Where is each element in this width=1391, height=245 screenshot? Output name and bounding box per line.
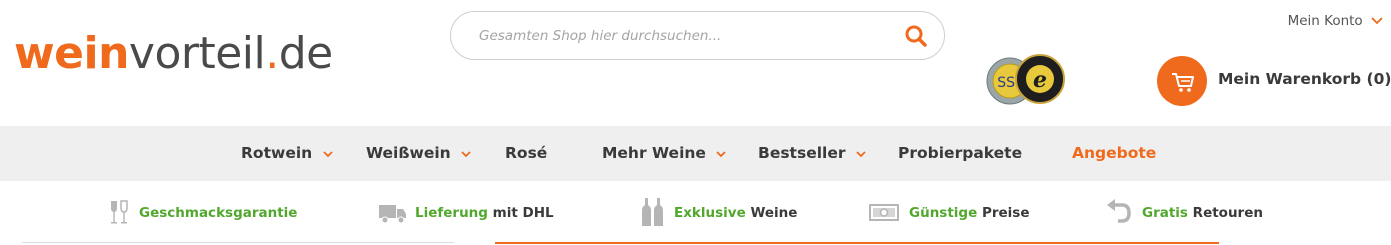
nav-item-probierpakete[interactable]: Probierpakete	[898, 126, 1022, 181]
nav-item-label: Probierpakete	[898, 144, 1023, 162]
logo-part-vorteil: vorteil	[128, 28, 266, 79]
chevron-down-icon	[461, 150, 471, 157]
main-navigation: Rotwein Weißwein Rosé Mehr Weine Bestsel…	[0, 126, 1391, 181]
account-menu[interactable]: Mein Konto	[1288, 13, 1385, 29]
usp-green-text: Lieferung	[415, 205, 488, 221]
wine-glasses-icon	[111, 200, 128, 224]
divider	[22, 242, 454, 243]
nav-item-label: Mehr Weine	[602, 144, 706, 162]
truck-icon	[379, 205, 406, 224]
chevron-down-icon	[856, 150, 866, 157]
nav-item-label: Rosé	[505, 144, 548, 162]
usp-bar: Geschmacksgarantie Lieferung mit DHL Exk…	[0, 181, 1391, 245]
nav-item-weisswein[interactable]: Weißwein	[366, 126, 472, 181]
nav-item-label: Angebote	[1072, 144, 1157, 162]
usp-green-text: Günstige	[909, 205, 978, 221]
usp-dark-text: mit DHL	[487, 205, 554, 221]
nav-item-angebote[interactable]: Angebote	[1072, 126, 1156, 181]
chevron-down-icon	[1371, 17, 1383, 25]
chevron-down-icon	[716, 150, 726, 157]
account-label: Mein Konto	[1287, 13, 1363, 29]
nav-item-label: Weißwein	[366, 144, 451, 162]
search-button[interactable]	[902, 22, 930, 50]
search-bar	[450, 11, 945, 60]
cart-icon-circle	[1157, 56, 1207, 106]
logo-part-de: de	[278, 28, 334, 79]
ssl-trusted-shops-seal-icon: SSL e	[986, 54, 1065, 105]
wine-bottles-icon	[642, 198, 663, 226]
search-input[interactable]	[479, 24, 879, 48]
usp-dark-text: Weine	[745, 205, 798, 221]
nav-item-mehr-weine[interactable]: Mehr Weine	[602, 126, 727, 181]
divider	[495, 242, 1219, 244]
nav-item-bestseller[interactable]: Bestseller	[758, 126, 867, 181]
nav-item-rotwein[interactable]: Rotwein	[241, 126, 334, 181]
usp-dark-text: Preise	[977, 205, 1030, 221]
nav-item-label: Rotwein	[241, 144, 313, 162]
logo-part-wein: wein	[14, 28, 129, 79]
shopping-cart-icon	[1172, 73, 1194, 92]
chevron-down-icon	[322, 150, 333, 157]
usp-green-text: Gratis	[1142, 205, 1188, 221]
usp-dark-text: Retouren	[1187, 205, 1263, 221]
cart-label: Mein Warenkorb (0)	[1218, 70, 1391, 88]
usp-green-text: Geschmacksgarantie	[139, 205, 298, 221]
return-arrow-icon	[1107, 199, 1131, 223]
logo-part-dot: .	[265, 28, 279, 79]
svg-text:e: e	[1033, 67, 1047, 93]
site-header: weinvorteil.de Mein Konto SSL e	[0, 0, 1391, 126]
trust-seals: SSL e	[984, 52, 1080, 108]
search-icon	[905, 25, 927, 47]
site-logo[interactable]: weinvorteil.de	[14, 28, 333, 80]
nav-item-rose[interactable]: Rosé	[505, 126, 547, 181]
usp-green-text: Exklusive	[674, 205, 746, 221]
nav-item-label: Bestseller	[758, 144, 846, 162]
banknote-icon	[869, 204, 899, 221]
